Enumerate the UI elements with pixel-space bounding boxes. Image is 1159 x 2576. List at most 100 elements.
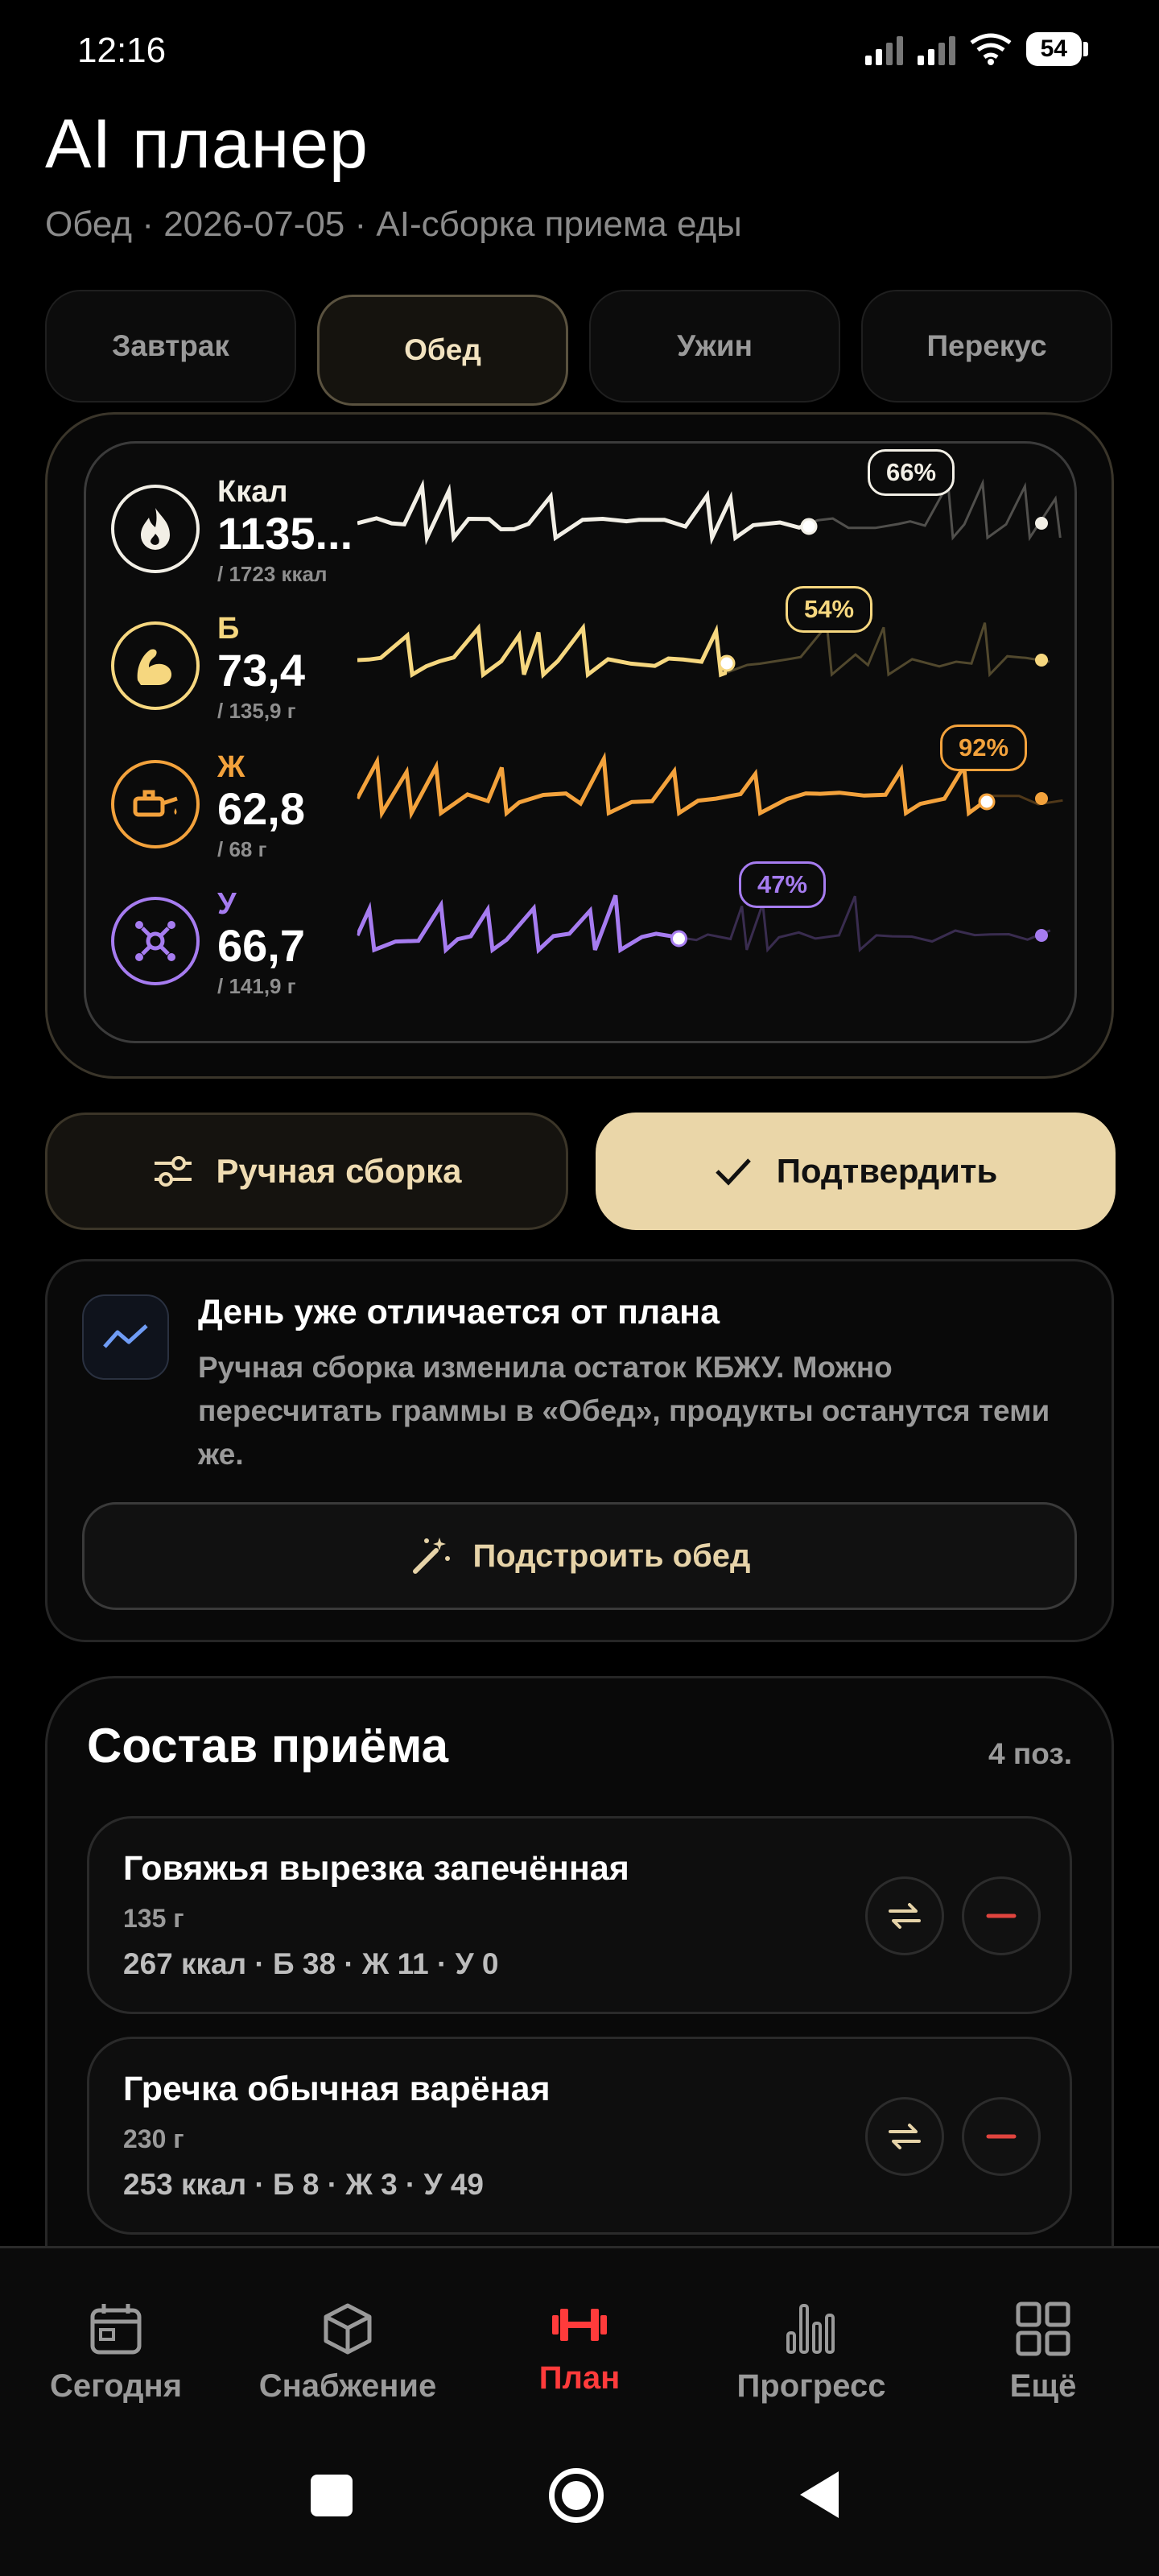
- target-marker: [1035, 654, 1048, 667]
- target-marker: [1035, 792, 1048, 805]
- swap-button[interactable]: [865, 1876, 944, 1955]
- signal-icon: [917, 33, 955, 65]
- dumbbell-icon: [552, 2309, 607, 2341]
- home-button[interactable]: [549, 2468, 604, 2523]
- remove-button[interactable]: [962, 1876, 1041, 1955]
- calendar-icon: [90, 2304, 142, 2355]
- pulse-progress: [357, 479, 809, 546]
- macro-total: / 135,9 г: [217, 699, 296, 723]
- tab-dinner[interactable]: Ужин: [589, 290, 840, 402]
- page-subtitle: Обед · 2026-07-05 · AI-сборка приема еды: [45, 204, 742, 244]
- minus-icon: [986, 1913, 1017, 1918]
- pulse-remaining: [356, 894, 1051, 953]
- nav-item-plan[interactable]: План: [467, 2301, 692, 2396]
- manual-assembly-button[interactable]: Ручная сборка: [45, 1113, 568, 1230]
- macro-row-fat: Ж 62,8 / 68 г 92%: [108, 724, 1066, 879]
- macro-value: 66,7: [217, 920, 305, 971]
- list-item[interactable]: Гречка обычная варёная 230 г 253 ккал · …: [87, 2037, 1072, 2235]
- manual-assembly-label: Ручная сборка: [216, 1152, 462, 1190]
- remove-button[interactable]: [962, 2097, 1041, 2176]
- macro-value: 73,4: [217, 645, 305, 696]
- trend-icon: [82, 1294, 169, 1380]
- wifi-icon: [970, 33, 1012, 65]
- page-title: AI планер: [45, 105, 369, 183]
- nav-item-today[interactable]: Сегодня: [3, 2301, 229, 2405]
- item-weight: 230 г: [123, 2124, 184, 2153]
- macro-label: Ккал: [217, 475, 288, 509]
- item-name: Гречка обычная варёная: [123, 2070, 551, 2108]
- macro-percent-badge: 47%: [739, 861, 827, 908]
- muscle-icon: [111, 621, 200, 710]
- item-weight: 135 г: [123, 1904, 184, 1933]
- recents-button[interactable]: [311, 2475, 353, 2516]
- bottom-navigation: [0, 2246, 1159, 2576]
- progress-marker: [718, 654, 736, 672]
- macro-total: / 141,9 г: [217, 974, 296, 998]
- signal-icon: [864, 33, 903, 65]
- minus-icon: [986, 2134, 1017, 2139]
- bar-chart-icon: [786, 2304, 835, 2354]
- item-name: Говяжья вырезка запечённая: [123, 1849, 629, 1888]
- nav-item-progress[interactable]: Прогресс: [699, 2301, 924, 2405]
- nav-item-supply[interactable]: Снабжение: [235, 2301, 460, 2405]
- adjust-lunch-label: Подстроить обед: [472, 1538, 751, 1574]
- nav-label: Прогресс: [736, 2368, 886, 2404]
- target-marker: [1035, 929, 1048, 942]
- battery-indicator: 54: [1025, 32, 1089, 66]
- nav-label: Снабжение: [258, 2368, 437, 2404]
- list-item[interactable]: Говяжья вырезка запечённая 135 г 267 кка…: [87, 1816, 1072, 2014]
- macro-label: Ж: [217, 750, 245, 784]
- pulse-progress: [357, 894, 679, 955]
- macro-percent-badge: 92%: [940, 724, 1028, 771]
- macro-total: / 1723 ккал: [217, 562, 328, 586]
- tab-breakfast[interactable]: Завтрак: [45, 290, 296, 402]
- molecule-icon: [111, 897, 200, 985]
- macro-row-carbs: У 66,7 / 141,9 г 47%: [108, 861, 1066, 1016]
- flame-icon: [111, 485, 200, 573]
- notice-title: День уже отличается от плана: [198, 1293, 720, 1331]
- macro-pulse-chart: [356, 894, 1051, 955]
- macro-value: 1135...: [217, 508, 353, 559]
- item-macros: 253 ккал · Б 8 · Ж 3 · У 49: [123, 2168, 484, 2201]
- composition-count: 4 поз.: [988, 1737, 1072, 1770]
- nav-label: Ещё: [1009, 2368, 1077, 2404]
- composition-title: Состав приёма: [87, 1719, 448, 1773]
- swap-button[interactable]: [865, 2097, 944, 2176]
- swap-icon: [889, 2124, 921, 2149]
- macro-total: / 68 г: [217, 837, 267, 861]
- macro-row-protein: Б 73,4 / 135,9 г 54%: [108, 586, 1066, 741]
- status-time: 12:16: [77, 31, 167, 70]
- macro-percent-badge: 54%: [786, 586, 873, 633]
- target-marker: [1035, 517, 1048, 530]
- oil-can-icon: [111, 760, 200, 848]
- progress-marker: [670, 930, 687, 947]
- progress-marker: [800, 518, 818, 535]
- adjust-lunch-button[interactable]: Подстроить обед: [82, 1502, 1077, 1610]
- macro-value: 62,8: [217, 783, 305, 834]
- macro-pulse-chart: [357, 478, 1062, 546]
- macro-row-calories: Ккал 1135... / 1723 ккал 66%: [108, 449, 1066, 604]
- nav-item-more[interactable]: Ещё: [930, 2301, 1156, 2405]
- confirm-button[interactable]: Подтвердить: [596, 1113, 1116, 1230]
- tab-lunch[interactable]: Обед: [317, 295, 568, 406]
- item-macros: 267 ккал · Б 38 · Ж 11 · У 0: [123, 1947, 499, 1980]
- progress-marker: [978, 793, 996, 811]
- sliders-icon: [155, 1156, 192, 1187]
- grid-icon: [1016, 2301, 1070, 2356]
- back-button[interactable]: [798, 2470, 840, 2520]
- magic-wand-icon: [412, 1538, 450, 1574]
- confirm-label: Подтвердить: [776, 1152, 998, 1190]
- macro-pulse-chart: [357, 621, 1050, 679]
- notice-text: Ручная сборка изменила остаток КБЖУ. Мож…: [198, 1351, 1050, 1471]
- nav-label: Сегодня: [49, 2368, 183, 2404]
- status-icons: 54: [864, 32, 1089, 66]
- macro-label: У: [217, 887, 237, 921]
- swap-icon: [889, 1903, 921, 1929]
- pulse-progress: [357, 622, 727, 679]
- macro-percent-badge: 66%: [868, 449, 955, 496]
- tab-snack[interactable]: Перекус: [861, 290, 1112, 402]
- box-icon: [324, 2303, 372, 2355]
- nav-label: План: [538, 2360, 621, 2396]
- macro-label: Б: [217, 612, 240, 646]
- check-icon: [715, 1158, 751, 1186]
